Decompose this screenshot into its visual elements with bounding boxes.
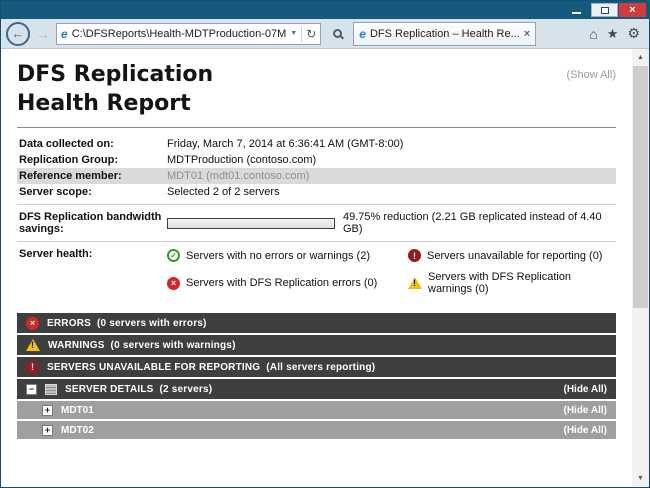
scrollbar-track[interactable] (632, 66, 649, 470)
field-bandwidth-savings: DFS Replication bandwidth savings: 49.75… (17, 209, 616, 237)
section-divider (17, 204, 616, 205)
field-value: Selected 2 of 2 servers (167, 186, 614, 198)
window-titlebar[interactable] (1, 1, 649, 19)
warning-triangle-icon (408, 277, 422, 289)
field-label: Data collected on: (19, 138, 167, 150)
home-icon[interactable] (589, 26, 597, 42)
hide-all-link[interactable]: (Hide All) (563, 384, 607, 395)
page-title-line1: DFS Replication (17, 61, 616, 90)
report-header: DFS Replication Health Report (Show All) (17, 61, 616, 118)
bandwidth-text: 49.75% reduction (2.21 GB replicated ins… (343, 211, 614, 235)
report-sections: ERRORS (0 servers with errors) WARNINGS … (17, 313, 616, 439)
address-dropdown-icon[interactable] (290, 30, 297, 37)
unavailable-icon (26, 361, 39, 374)
warning-triangle-icon (26, 339, 40, 351)
tab-close-icon[interactable] (524, 28, 530, 40)
field-reference-member: Reference member: MDT01 (mdt01.contoso.c… (17, 168, 616, 184)
browser-window: e C:\DFSReports\Health-MDTProduction-07M… (0, 0, 650, 488)
vertical-scrollbar[interactable] (632, 49, 649, 487)
field-label: Server health: (19, 248, 167, 260)
section-title: ERRORS (0 servers with errors) (47, 318, 207, 329)
field-value: MDTProduction (contoso.com) (167, 154, 614, 166)
minimize-button[interactable] (563, 3, 590, 17)
back-button[interactable] (6, 22, 30, 46)
address-input[interactable]: C:\DFSReports\Health-MDTProduction-07M (72, 28, 287, 40)
field-data-collected: Data collected on: Friday, March 7, 2014… (17, 136, 616, 152)
section-title: SERVERS UNAVAILABLE FOR REPORTING (All s… (47, 362, 375, 373)
section-server-details[interactable]: − SERVER DETAILS (2 servers) (Hide All) (17, 379, 616, 399)
window-controls (563, 3, 646, 17)
address-bar[interactable]: e C:\DFSReports\Health-MDTProduction-07M (56, 23, 321, 45)
title-divider (17, 127, 616, 128)
error-circle-icon (26, 317, 39, 330)
gear-icon[interactable] (627, 25, 640, 42)
favorites-star-icon[interactable] (607, 26, 619, 42)
health-item-text: Servers with no errors or warnings (2) (186, 250, 370, 262)
bandwidth-row: 49.75% reduction (2.21 GB replicated ins… (167, 211, 614, 235)
address-separator (301, 26, 302, 42)
search-button[interactable] (326, 23, 348, 45)
section-unavailable[interactable]: SERVERS UNAVAILABLE FOR REPORTING (All s… (17, 357, 616, 377)
server-name: MDT01 (61, 405, 94, 416)
section-divider (17, 241, 616, 242)
field-label: Reference member: (19, 170, 167, 182)
section-errors[interactable]: ERRORS (0 servers with errors) (17, 313, 616, 333)
expand-toggle[interactable]: + (42, 425, 53, 436)
health-item-text: Servers with DFS Replication warnings (0… (428, 271, 614, 295)
field-server-health: Server health: Servers with no errors or… (17, 246, 616, 297)
page-viewport: DFS Replication Health Report (Show All)… (1, 49, 649, 487)
browser-tab[interactable]: e DFS Replication – Health Re... (353, 22, 536, 46)
refresh-icon[interactable] (306, 27, 316, 41)
unavailable-icon (408, 249, 421, 262)
health-item-text: Servers unavailable for reporting (0) (427, 250, 602, 262)
maximize-icon (601, 7, 609, 14)
scrollbar-thumb[interactable] (633, 66, 648, 308)
scroll-up-icon[interactable] (632, 49, 649, 66)
close-button[interactable] (619, 3, 646, 17)
forward-button[interactable] (35, 26, 51, 42)
health-item-text: Servers with DFS Replication errors (0) (186, 277, 377, 289)
health-item-unavailable: Servers unavailable for reporting (0) (408, 249, 614, 262)
hide-all-link[interactable]: (Hide All) (563, 405, 607, 416)
server-name: MDT02 (61, 425, 94, 436)
ie-page-icon: e (61, 27, 68, 41)
error-circle-icon (167, 277, 180, 290)
health-item-errors: Servers with DFS Replication errors (0) (167, 271, 404, 295)
health-item-warnings: Servers with DFS Replication warnings (0… (408, 271, 614, 295)
report-page: DFS Replication Health Report (Show All)… (1, 49, 632, 487)
hide-all-link[interactable]: (Hide All) (563, 425, 607, 436)
show-all-link[interactable]: (Show All) (566, 69, 616, 81)
field-value: Friday, March 7, 2014 at 6:36:41 AM (GMT… (167, 138, 614, 150)
field-label: Server scope: (19, 186, 167, 198)
tab-favicon: e (359, 27, 366, 41)
collapse-toggle[interactable]: − (26, 384, 37, 395)
server-row-mdt01[interactable]: + MDT01 (Hide All) (17, 401, 616, 419)
health-item-ok: Servers with no errors or warnings (2) (167, 249, 404, 262)
server-row-mdt02[interactable]: + MDT02 (Hide All) (17, 421, 616, 439)
tab-title: DFS Replication – Health Re... (370, 28, 520, 40)
section-warnings[interactable]: WARNINGS (0 servers with warnings) (17, 335, 616, 355)
field-value: MDT01 (mdt01.contoso.com) (167, 170, 614, 182)
search-icon (333, 29, 342, 38)
browser-navbar: e C:\DFSReports\Health-MDTProduction-07M… (1, 19, 649, 49)
server-icon (45, 384, 57, 395)
server-health-grid: Servers with no errors or warnings (2) S… (167, 248, 614, 295)
section-title: SERVER DETAILS (2 servers) (65, 384, 212, 395)
field-label: Replication Group: (19, 154, 167, 166)
page-title: DFS Replication Health Report (17, 61, 616, 118)
expand-toggle[interactable]: + (42, 405, 53, 416)
field-server-scope: Server scope: Selected 2 of 2 servers (17, 184, 616, 200)
field-replication-group: Replication Group: MDTProduction (contos… (17, 152, 616, 168)
check-circle-icon (167, 249, 180, 262)
section-title: WARNINGS (0 servers with warnings) (48, 340, 236, 351)
scroll-down-icon[interactable] (632, 470, 649, 487)
maximize-button[interactable] (591, 3, 618, 17)
field-label: DFS Replication bandwidth savings: (19, 211, 167, 235)
bandwidth-progress-bar (167, 218, 335, 229)
navbar-right-icons (589, 25, 644, 42)
minimize-icon (572, 12, 581, 14)
page-title-line2: Health Report (17, 90, 616, 119)
